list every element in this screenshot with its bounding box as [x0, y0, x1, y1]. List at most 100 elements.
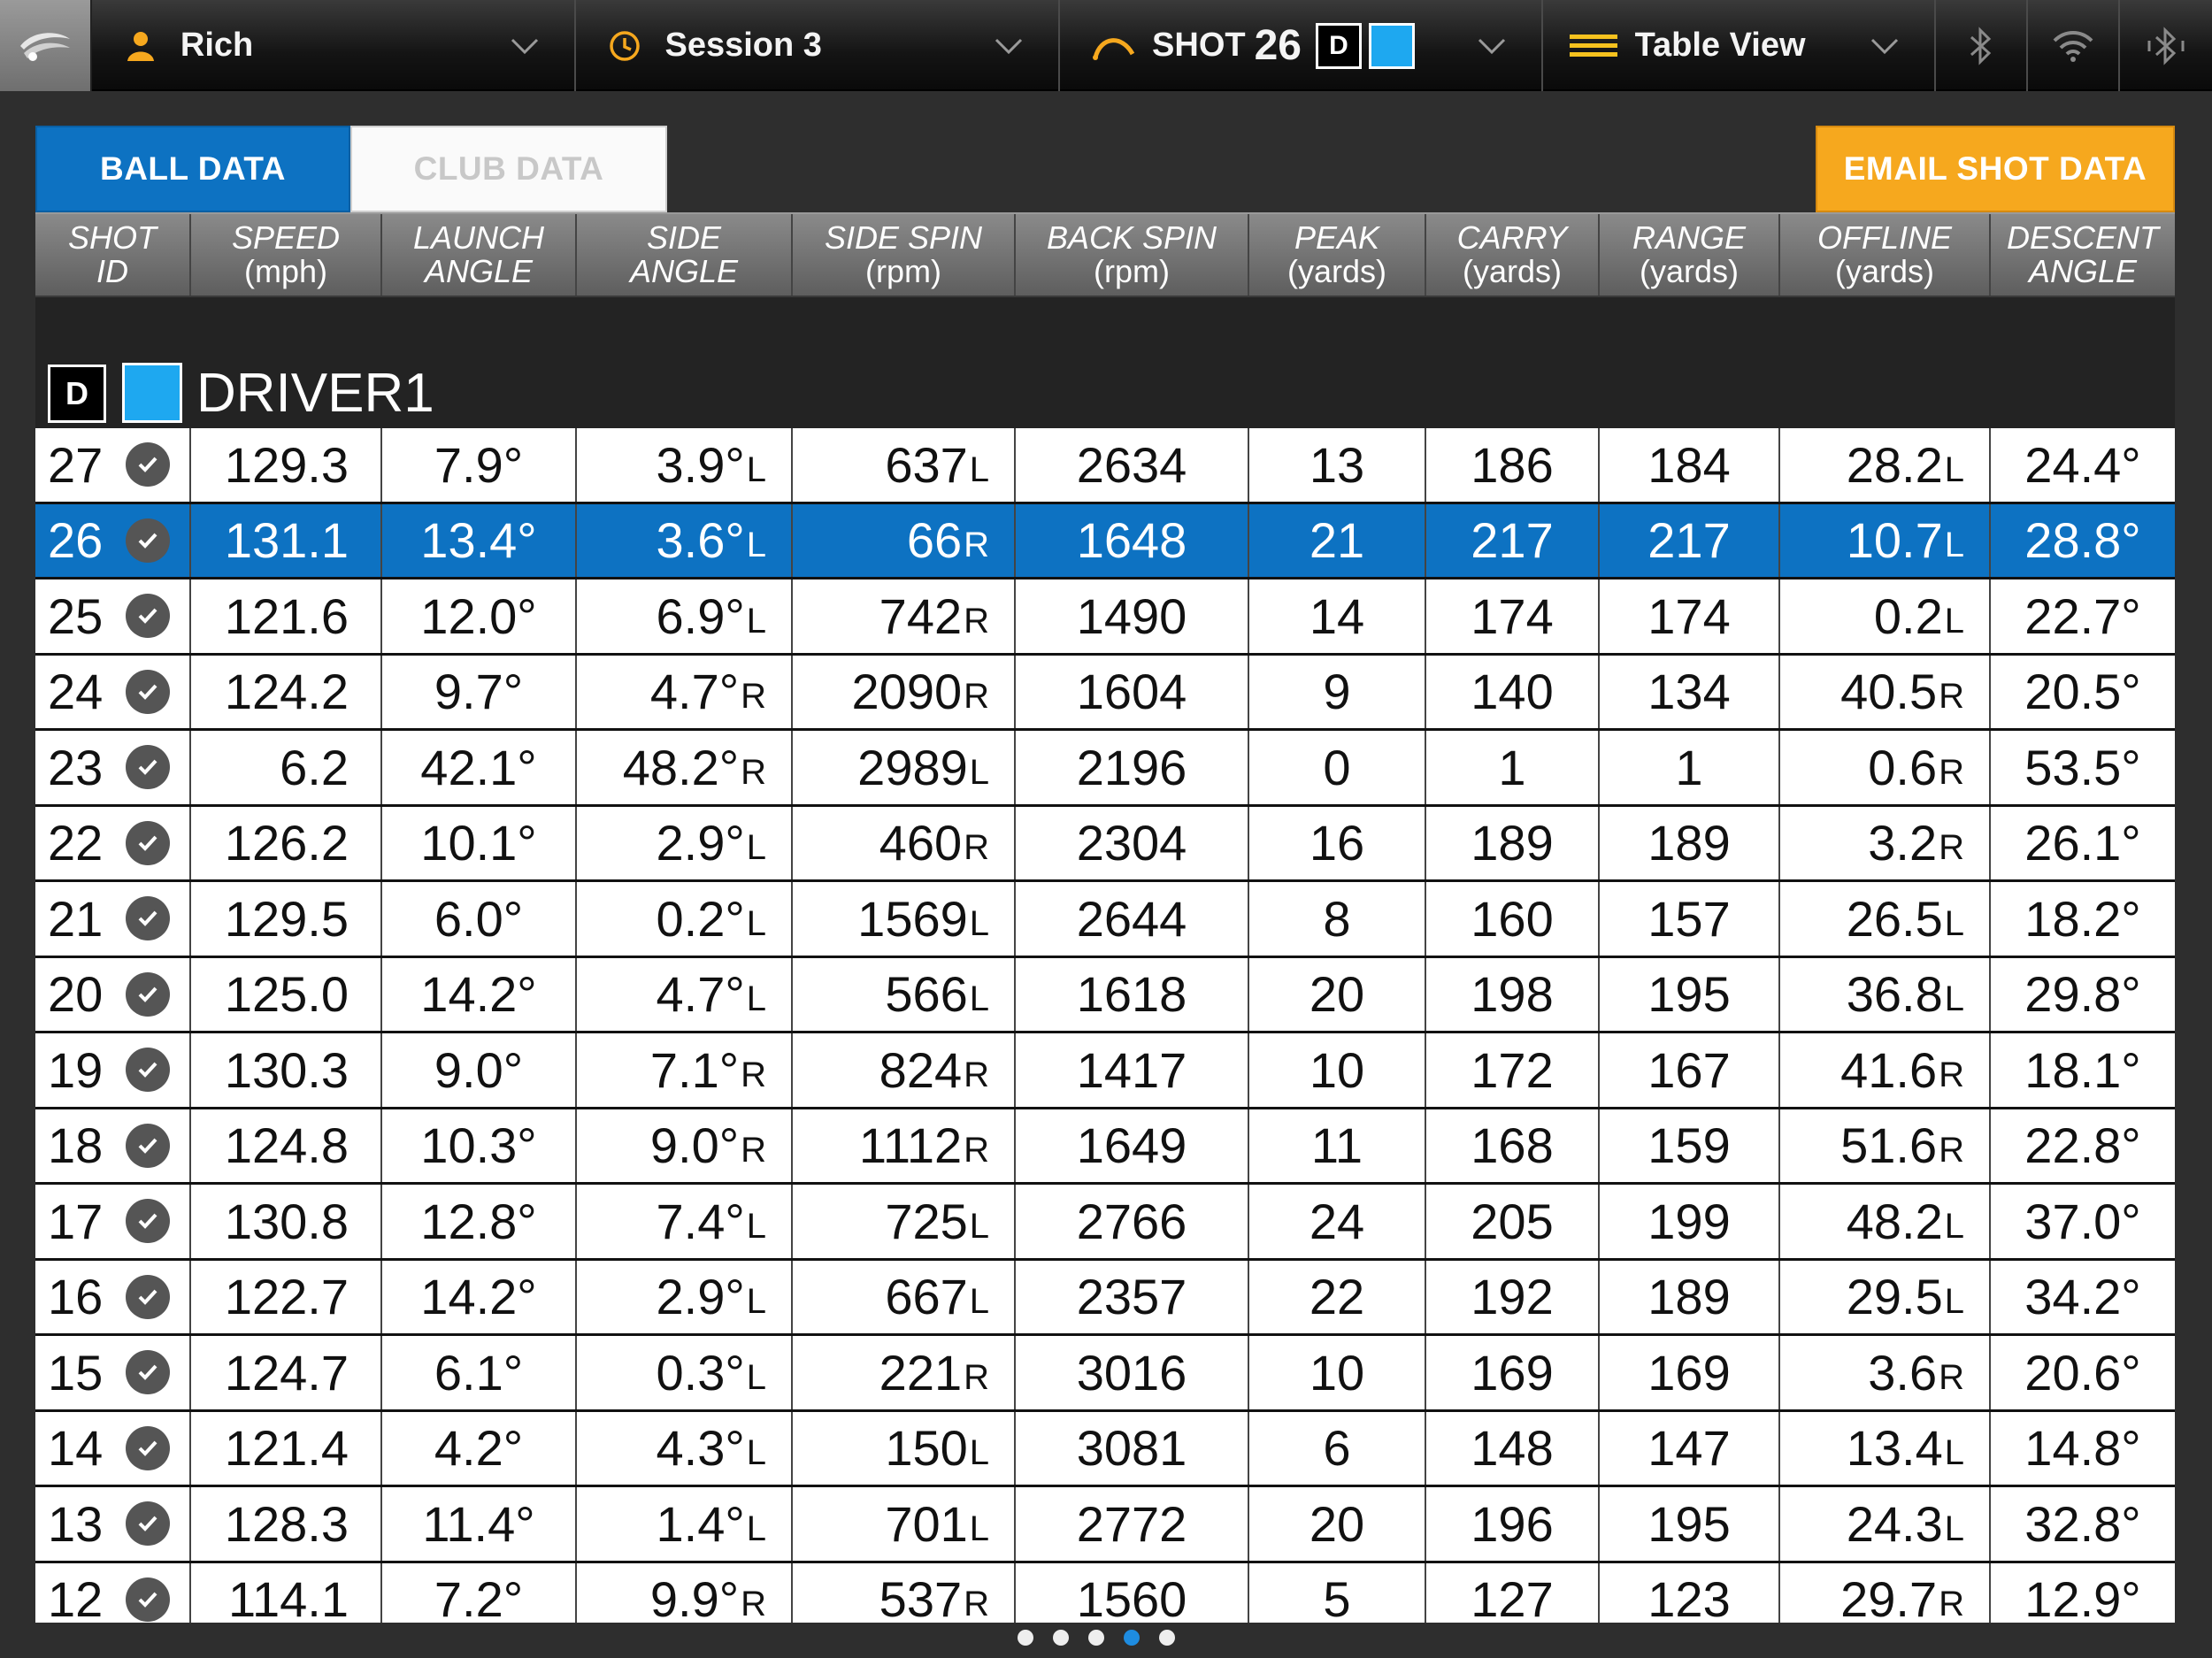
table-row[interactable]: 13 128.3 11.4° 1.4° L 701 L 2772 20 196 195 24.3 L 32… [35, 1487, 2175, 1563]
cell-shot-id: 12 [35, 1562, 191, 1623]
side-spin-value: 667 [885, 1269, 968, 1325]
table-row[interactable]: 27 129.3 7.9° 3.9° L 637 L 2634 13 186 184 28.2 L 24.… [35, 428, 2175, 504]
view-selector[interactable]: Table View [1543, 0, 1937, 91]
checkmark-icon[interactable] [126, 1501, 171, 1547]
table-row[interactable]: 15 124.7 6.1° 0.3° L 221 R 3016 10 169 169 3.6 R 20.6… [35, 1336, 2175, 1412]
table-row[interactable]: 20 125.0 14.2° 4.7° L 566 L 1618 20 198 195 36.8 L 29… [35, 957, 2175, 1033]
bluetooth-button[interactable] [1936, 0, 2029, 91]
club-type-badge: D [1316, 22, 1362, 69]
cell-descent-angle: 32.8° [1991, 1487, 2175, 1561]
table-row[interactable]: 18 124.8 10.3° 9.0° R 1112 R 1649 11 168 159 51.6 R 2… [35, 1109, 2175, 1185]
offline-direction: L [1944, 1508, 1964, 1548]
checkmark-icon[interactable] [126, 518, 171, 563]
checkmark-icon[interactable] [126, 820, 171, 865]
table-row[interactable]: 26 131.1 13.4° 3.6° L 66 R 1648 21 217 217 10.7 L 28.… [35, 503, 2175, 580]
table-row[interactable]: 16 122.7 14.2° 2.9° L 667 L 2357 22 192 189 29.5 L 34… [35, 1260, 2175, 1336]
page-dot[interactable] [1018, 1630, 1033, 1646]
device-bluetooth-button[interactable] [2120, 0, 2212, 91]
tab-ball-data[interactable]: BALL DATA [35, 126, 350, 212]
side-angle-direction: L [746, 1206, 766, 1246]
back-spin-value: 3016 [1076, 1344, 1187, 1401]
cell-speed: 124.8 [191, 1109, 382, 1182]
descent-angle-value: 20.6° [2024, 1344, 2141, 1401]
checkmark-icon[interactable] [126, 896, 171, 941]
cell-carry: 174 [1426, 580, 1600, 653]
cell-launch-angle: 12.0° [382, 580, 577, 653]
table-row[interactable]: 17 130.8 12.8° 7.4° L 725 L 2766 24 205 199 48.2 L 37… [35, 1185, 2175, 1261]
column-header-launch-angle[interactable]: LAUNCH ANGLE [382, 214, 577, 296]
checkmark-icon[interactable] [126, 971, 171, 1017]
table-row[interactable]: 21 129.5 6.0° 0.2° L 1569 L 2644 8 160 157 26.5 L 18.… [35, 882, 2175, 958]
descent-angle-value: 18.2° [2024, 890, 2141, 947]
cell-side-spin: 742 R [793, 580, 1016, 653]
speed-value: 121.6 [224, 587, 349, 644]
table-row[interactable]: 12 114.1 7.2° 9.9° R 537 R 1560 5 127 123 29.7 R 12.9… [35, 1562, 2175, 1623]
column-header-label: LAUNCH [412, 219, 545, 256]
page-dot[interactable] [1053, 1630, 1069, 1646]
cell-back-spin: 2634 [1016, 428, 1249, 502]
column-header-label: SIDE SPIN [824, 219, 983, 256]
cell-peak: 8 [1249, 882, 1426, 956]
side-spin-value: 1112 [858, 1117, 963, 1174]
table-row[interactable]: 25 121.6 12.0° 6.9° L 742 R 1490 14 174 174 0.2 L 22.… [35, 580, 2175, 656]
cell-back-spin: 1648 [1016, 503, 1249, 577]
table-row[interactable]: 22 126.2 10.1° 2.9° L 460 R 2304 16 189 189 3.2 R 26.… [35, 806, 2175, 882]
cell-side-angle: 0.2° L [577, 882, 793, 956]
cell-launch-angle: 6.0° [382, 882, 577, 956]
checkmark-icon[interactable] [126, 1350, 171, 1395]
table-row[interactable]: 23 6.2 42.1° 48.2° R 2989 L 2196 0 1 1 0.6 R 53.5° [35, 731, 2175, 807]
back-spin-value: 2766 [1076, 1193, 1187, 1249]
column-header-side-spin[interactable]: SIDE SPIN (rpm) [793, 214, 1016, 296]
side-spin-direction: R [964, 601, 989, 641]
checkmark-icon[interactable] [126, 669, 171, 714]
checkmark-icon[interactable] [126, 1199, 171, 1244]
carry-value: 205 [1471, 1193, 1554, 1249]
carry-value: 127 [1471, 1571, 1554, 1623]
page-dot[interactable] [1124, 1630, 1140, 1646]
column-header-range[interactable]: RANGE (yards) [1600, 214, 1780, 296]
session-selector[interactable]: Session 3 [576, 0, 1061, 91]
cell-peak: 6 [1249, 1411, 1426, 1485]
app-logo-button[interactable] [0, 0, 92, 91]
page-dot[interactable] [1159, 1630, 1175, 1646]
carry-value: 174 [1471, 587, 1554, 644]
tab-club-data[interactable]: CLUB DATA [350, 126, 667, 212]
checkmark-icon[interactable] [126, 1123, 171, 1168]
checkmark-icon[interactable] [126, 745, 171, 790]
peak-value: 0 [1323, 739, 1351, 795]
side-spin-value: 637 [885, 436, 968, 493]
column-header-speed[interactable]: SPEED (mph) [191, 214, 382, 296]
club-name: DRIVER1 [196, 363, 434, 424]
table-row[interactable]: 14 121.4 4.2° 4.3° L 150 L 3081 6 148 147 13.4 L 14.8… [35, 1411, 2175, 1487]
range-value: 195 [1647, 1495, 1731, 1552]
shot-selector[interactable]: SHOT 26 D [1060, 0, 1543, 91]
column-header-sublabel: (yards) [1639, 253, 1739, 289]
user-selector[interactable]: Rich [92, 0, 577, 91]
side-angle-value: 7.4° [656, 1193, 745, 1249]
column-header-shot-id[interactable]: SHOT ID [35, 214, 191, 296]
checkmark-icon[interactable] [126, 442, 171, 487]
table-row[interactable]: 24 124.2 9.7° 4.7° R 2090 R 1604 9 140 134 40.5 R 20.… [35, 655, 2175, 731]
carry-value: 168 [1471, 1117, 1554, 1174]
column-header-side-angle[interactable]: SIDE ANGLE [577, 214, 793, 296]
column-header-offline[interactable]: OFFLINE (yards) [1780, 214, 1991, 296]
shot-id: 18 [48, 1117, 104, 1174]
checkmark-icon[interactable] [126, 1274, 171, 1319]
checkmark-icon[interactable] [126, 1425, 171, 1470]
checkmark-icon[interactable] [126, 1048, 171, 1093]
cell-shot-id: 27 [35, 428, 191, 502]
column-header-carry[interactable]: CARRY (yards) [1426, 214, 1600, 296]
wifi-button[interactable] [2028, 0, 2121, 91]
offline-direction: R [1939, 1131, 1964, 1171]
column-header-peak[interactable]: PEAK (yards) [1249, 214, 1426, 296]
page-dot[interactable] [1088, 1630, 1104, 1646]
checkmark-icon[interactable] [126, 1577, 171, 1622]
offline-direction: L [1944, 526, 1964, 565]
view-name: Table View [1634, 27, 1806, 64]
email-shot-data-button[interactable]: EMAIL SHOT DATA [1816, 126, 2175, 212]
table-row[interactable]: 19 130.3 9.0° 7.1° R 824 R 1417 10 172 167 41.6 R 18.… [35, 1033, 2175, 1109]
column-header-back-spin[interactable]: BACK SPIN (rpm) [1016, 214, 1249, 296]
checkmark-icon[interactable] [126, 594, 171, 639]
list-icon [1569, 34, 1617, 57]
column-header-descent-angle[interactable]: DESCENT ANGLE [1991, 214, 2175, 296]
